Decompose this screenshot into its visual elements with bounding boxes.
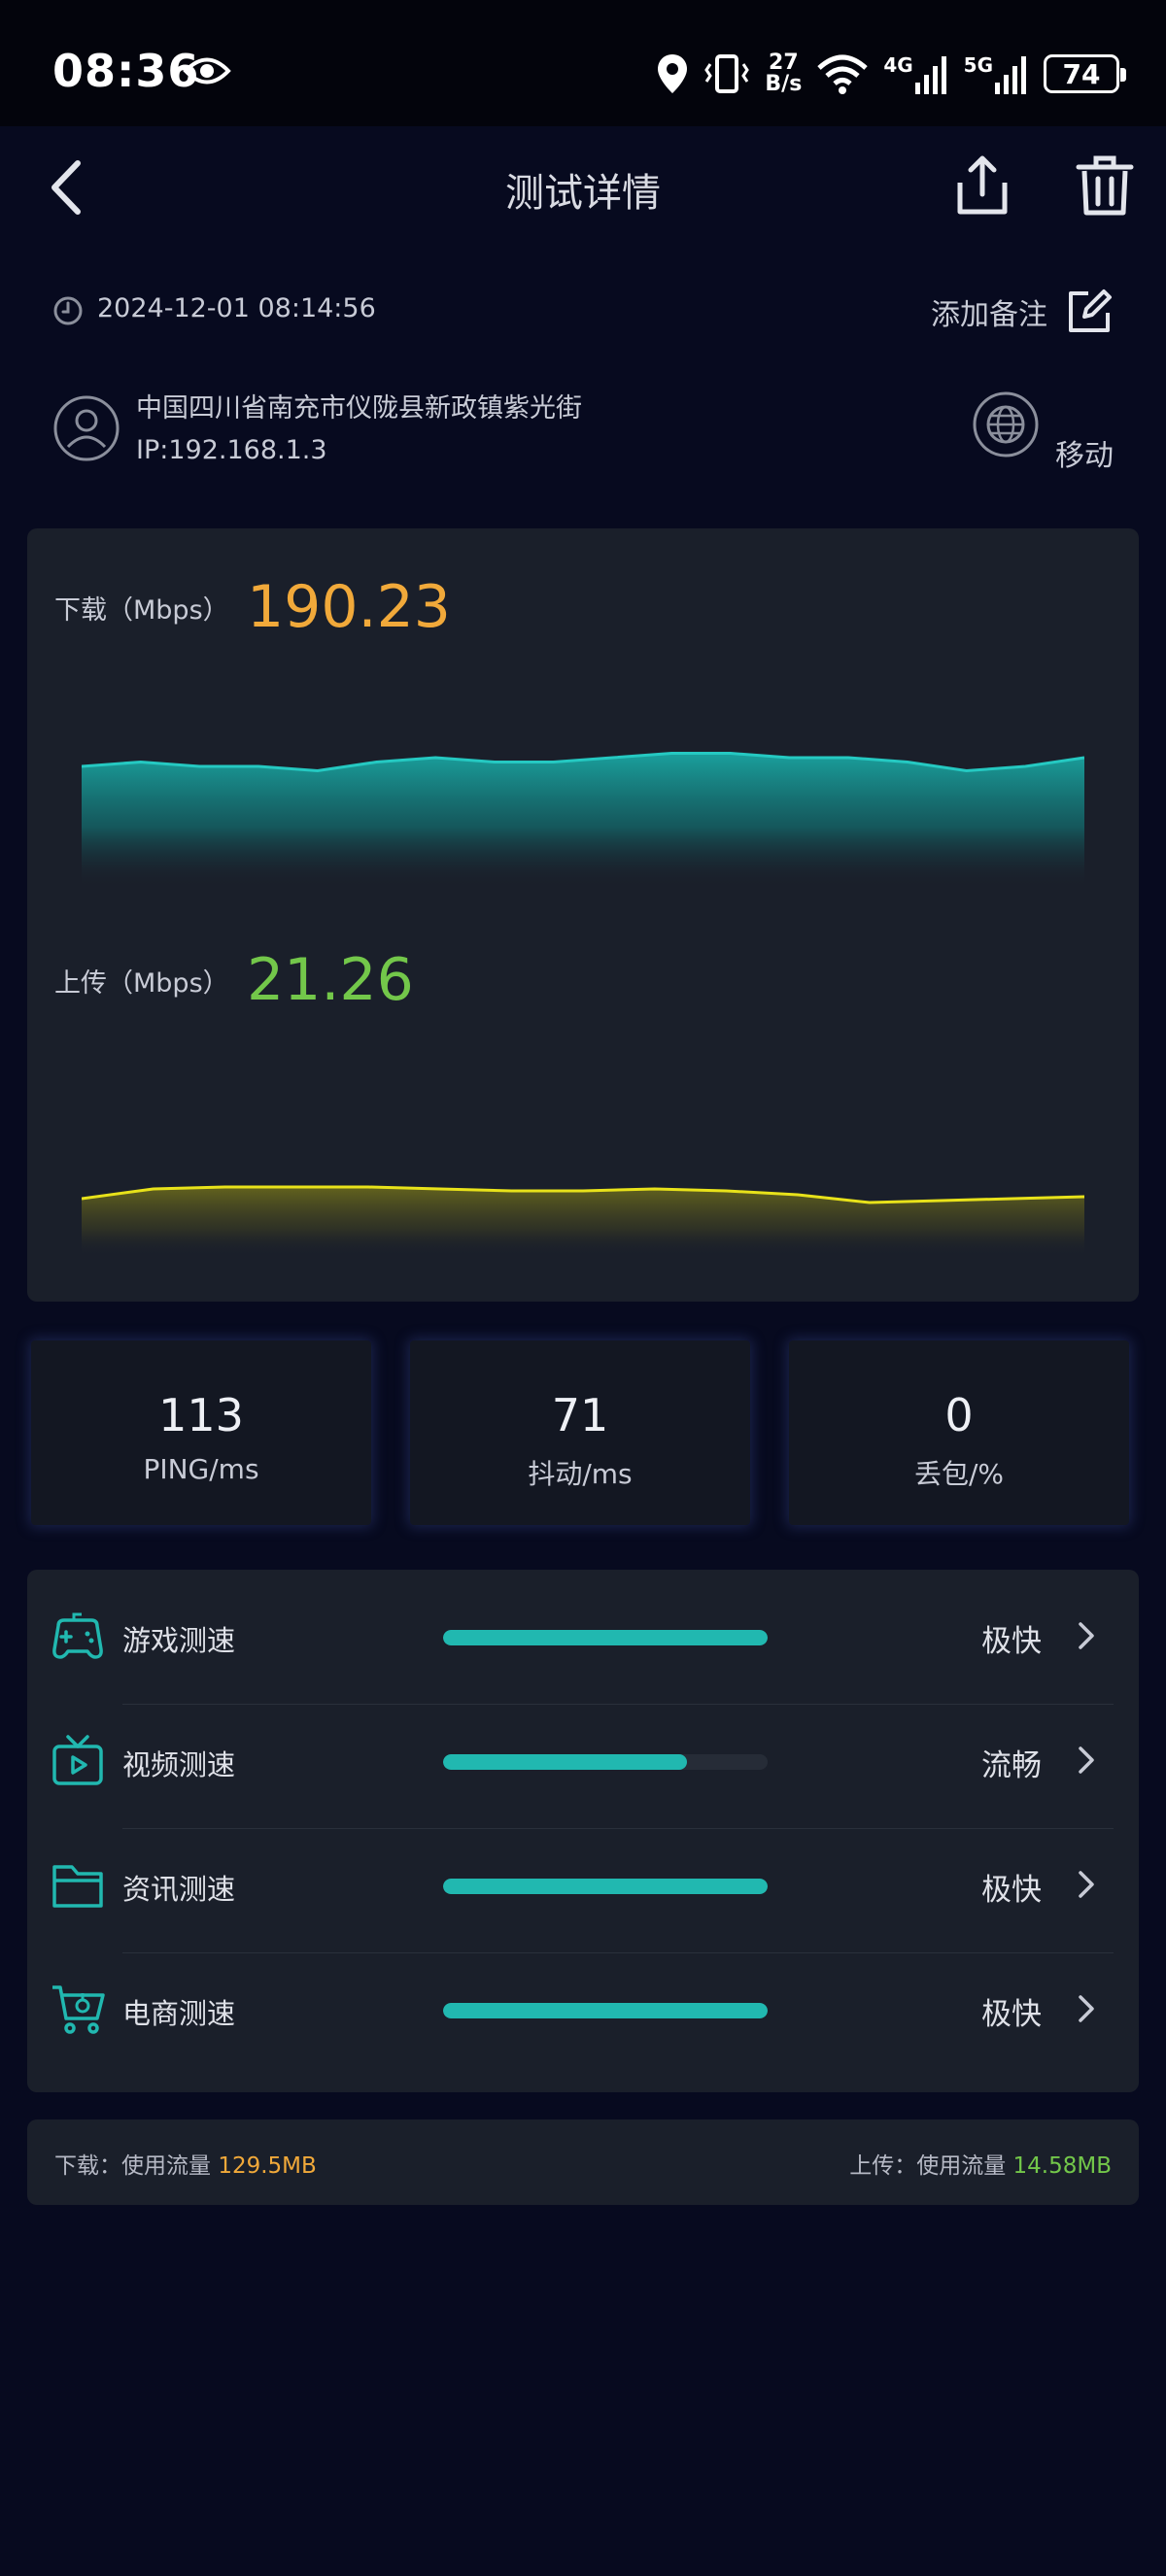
upload-chart: [82, 1185, 1084, 1257]
app-header: 测试详情: [0, 126, 1166, 247]
download-traffic-label: 下载：使用流量: [54, 2153, 211, 2179]
signal-5g: 5G: [964, 53, 1030, 94]
vibrate-icon: [704, 54, 750, 93]
upload-traffic-value: 14.58MB: [1012, 2153, 1112, 2179]
speed-chart-panel: 下载（Mbps） 190.23 上传（Mbps） 21.26: [27, 528, 1139, 1302]
progress-fill: [443, 1630, 768, 1645]
category-panel: 游戏测速 极快 视频测速 流畅 资讯测速 极快 电商测速 极快: [27, 1570, 1139, 2092]
progress-fill: [443, 2003, 768, 2018]
category-label: 资讯测速: [122, 1873, 236, 1906]
battery-indicator: 74: [1044, 54, 1126, 93]
network-5g-label: 5G: [963, 53, 993, 77]
status-bar: 08:36 27 B/s 4G 5G 74: [0, 0, 1166, 126]
add-note-label: 添加备注: [931, 298, 1047, 332]
download-series-area: [82, 753, 1084, 888]
cart-icon: [52, 1985, 105, 2034]
status-time: 08:36: [52, 45, 200, 97]
chevron-right-icon: [1079, 1622, 1094, 1649]
tv-icon: [52, 1735, 103, 1785]
ping-value: 113: [158, 1389, 244, 1441]
wifi-icon: [817, 54, 869, 94]
download-speed-value: 190.23: [247, 573, 451, 641]
upload-speed-value: 21.26: [247, 946, 414, 1014]
net-speed-unit: B/s: [765, 72, 803, 96]
packet-loss-label: 丢包/%: [913, 1458, 1005, 1490]
category-label: 视频测速: [122, 1748, 236, 1781]
category-row-shopping[interactable]: 电商测速 极快: [27, 1947, 1139, 2071]
signal-4g-icon: [914, 56, 946, 94]
category-status: 极快: [981, 1624, 1042, 1659]
ping-card: 113 PING/ms: [31, 1340, 371, 1525]
jitter-label: 抖动/ms: [528, 1458, 633, 1490]
test-timestamp: 2024-12-01 08:14:56: [97, 293, 376, 323]
battery-level: 74: [1062, 57, 1101, 90]
upload-series-area: [82, 1187, 1084, 1257]
packet-loss-card: 0 丢包/%: [789, 1340, 1129, 1525]
category-row-news[interactable]: 资讯测速 极快: [27, 1822, 1139, 1947]
location-row: 中国四川省南充市仪陇县新政镇紫光街 IP:192.168.1.3 移动: [52, 387, 1114, 484]
upload-label: 上传（Mbps）: [54, 968, 229, 999]
progress-track: [443, 2003, 768, 2018]
ping-label: PING/ms: [143, 1453, 259, 1485]
download-traffic-value: 129.5MB: [218, 2153, 317, 2179]
progress-track: [443, 1879, 768, 1894]
globe-icon: [973, 391, 1039, 458]
meta-row: 2024-12-01 08:14:56 添加备注: [52, 288, 1114, 336]
category-status: 极快: [981, 1873, 1042, 1908]
location-icon: [658, 54, 688, 93]
category-label: 游戏测速: [122, 1624, 236, 1657]
share-button[interactable]: [950, 153, 1014, 218]
packet-loss-value: 0: [944, 1389, 974, 1441]
category-row-game[interactable]: 游戏测速 极快: [27, 1574, 1139, 1698]
chevron-right-icon: [1079, 1995, 1094, 2022]
chevron-right-icon: [1079, 1746, 1094, 1774]
category-status: 极快: [981, 1997, 1042, 2032]
status-icons: 27 B/s 4G 5G 74: [656, 47, 1126, 101]
chevron-right-icon: [1079, 1871, 1094, 1898]
delete-button[interactable]: [1075, 153, 1135, 218]
traffic-usage: 下载：使用流量 129.5MB 上传：使用流量 14.58MB: [27, 2119, 1139, 2205]
category-label: 电商测速: [122, 1997, 236, 2030]
progress-fill: [443, 1754, 687, 1770]
network-4g-label: 4G: [883, 53, 913, 77]
signal-4g: 4G: [883, 53, 949, 94]
download-traffic: 下载：使用流量 129.5MB: [54, 2147, 317, 2180]
progress-track: [443, 1630, 768, 1645]
net-speed-value: 27: [769, 51, 799, 75]
network-operator: 移动: [1055, 439, 1114, 473]
jitter-value: 71: [551, 1389, 609, 1441]
add-note-button[interactable]: 添加备注: [931, 288, 1114, 336]
ip-address: IP:192.168.1.3: [136, 435, 327, 465]
folder-icon: [52, 1865, 103, 1908]
jitter-card: 71 抖动/ms: [410, 1340, 750, 1525]
upload-traffic-label: 上传：使用流量: [849, 2153, 1007, 2179]
eye-icon: [183, 57, 231, 85]
user-icon: [53, 395, 120, 461]
edit-icon: [1069, 289, 1112, 332]
category-row-video[interactable]: 视频测速 流畅: [27, 1698, 1139, 1822]
signal-5g-icon: [995, 56, 1026, 94]
net-speed: 27 B/s: [765, 52, 802, 95]
category-status: 流畅: [981, 1748, 1042, 1783]
download-label: 下载（Mbps）: [54, 595, 229, 626]
clock-icon: [53, 296, 83, 325]
download-chart: [82, 752, 1084, 888]
upload-traffic: 上传：使用流量 14.58MB: [849, 2147, 1112, 2180]
progress-track: [443, 1754, 768, 1770]
gamepad-icon: [52, 1612, 103, 1659]
location-address: 中国四川省南充市仪陇县新政镇紫光街: [136, 393, 582, 424]
progress-fill: [443, 1879, 768, 1894]
